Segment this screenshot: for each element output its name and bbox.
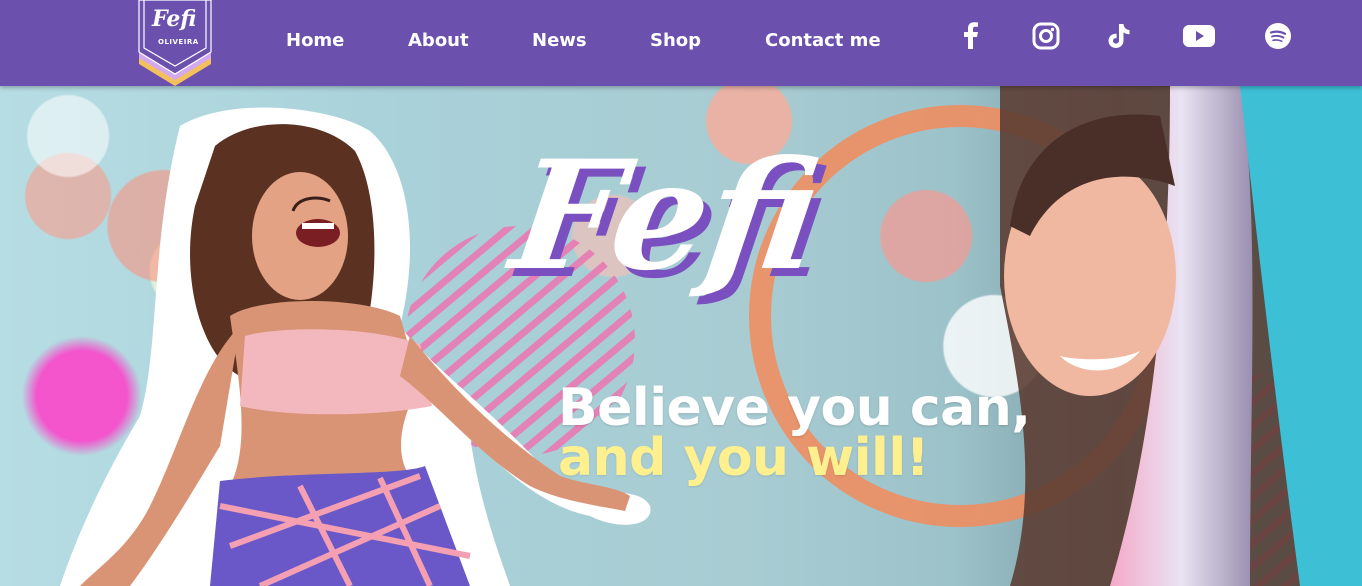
instagram-icon xyxy=(1032,22,1060,50)
facebook-link[interactable] xyxy=(955,20,987,52)
nav-about[interactable]: About xyxy=(408,30,469,51)
hero-banner: Fefi Fefi Believe you can, and you will! xyxy=(0,86,1362,586)
spotify-icon xyxy=(1265,23,1291,49)
hero-slogan-line1: Believe you can, xyxy=(558,378,1031,438)
facebook-icon xyxy=(964,22,978,49)
spotify-link[interactable] xyxy=(1262,20,1294,52)
logo-text: Fefi xyxy=(152,6,197,32)
logo-subtext: OLIVEIRA xyxy=(158,38,199,46)
tiktok-link[interactable] xyxy=(1103,20,1135,52)
nav-home[interactable]: Home xyxy=(286,30,344,51)
nav-shop[interactable]: Shop xyxy=(650,30,701,51)
top-navigation-bar: Fefi OLIVEIRA Home About News Shop Conta… xyxy=(0,0,1362,86)
tiktok-icon xyxy=(1108,24,1130,48)
youtube-link[interactable] xyxy=(1181,20,1217,52)
instagram-link[interactable] xyxy=(1030,20,1062,52)
hero-title: Fefi Fefi xyxy=(502,128,839,312)
youtube-icon xyxy=(1183,25,1215,47)
hero-slogan-line2: and you will! xyxy=(558,428,929,488)
nav-contact[interactable]: Contact me xyxy=(765,30,881,51)
site-logo[interactable]: Fefi OLIVEIRA xyxy=(136,0,214,86)
nav-news[interactable]: News xyxy=(532,30,587,51)
